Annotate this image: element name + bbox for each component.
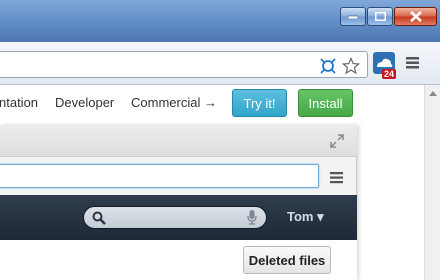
window-controls: [339, 7, 437, 26]
nav-link-commercial[interactable]: Commercial →: [131, 95, 217, 110]
page-scrollbar[interactable]: [424, 85, 440, 280]
nav-link-developer[interactable]: Developer: [55, 95, 114, 110]
panel-address-input[interactable]: [0, 164, 319, 188]
minimize-icon: [348, 15, 358, 19]
app-panel: Tom ▾ Deleted files: [0, 125, 357, 280]
search-icon: [92, 211, 106, 230]
search-input[interactable]: [83, 206, 267, 229]
address-bar[interactable]: [0, 51, 368, 78]
try-it-button[interactable]: Try it!: [232, 89, 287, 117]
app-header-bar: Tom ▾: [0, 195, 357, 240]
scroll-up-arrow-icon[interactable]: [425, 85, 440, 101]
window-titlebar: [0, 0, 440, 42]
maximize-icon: [374, 12, 386, 21]
browser-toolbar: 24: [0, 42, 440, 85]
deleted-files-button[interactable]: Deleted files: [243, 246, 331, 274]
menu-icon[interactable]: [405, 56, 421, 70]
microphone-icon[interactable]: [247, 210, 257, 230]
close-icon: [409, 11, 422, 22]
install-button[interactable]: Install: [298, 89, 353, 117]
minimize-button[interactable]: [340, 7, 366, 26]
panel-menu-icon[interactable]: [330, 171, 344, 184]
page-action-icon[interactable]: [319, 57, 337, 75]
nav-link-documentation[interactable]: ntation: [0, 95, 38, 110]
panel-header: [0, 125, 357, 157]
extension-badge: 24: [382, 69, 397, 79]
star-icon[interactable]: [342, 57, 360, 75]
close-button[interactable]: [394, 7, 437, 26]
files-area: Deleted files: [0, 240, 357, 280]
expand-icon[interactable]: [330, 134, 344, 148]
user-menu[interactable]: Tom ▾: [287, 209, 324, 225]
maximize-button[interactable]: [367, 7, 393, 26]
